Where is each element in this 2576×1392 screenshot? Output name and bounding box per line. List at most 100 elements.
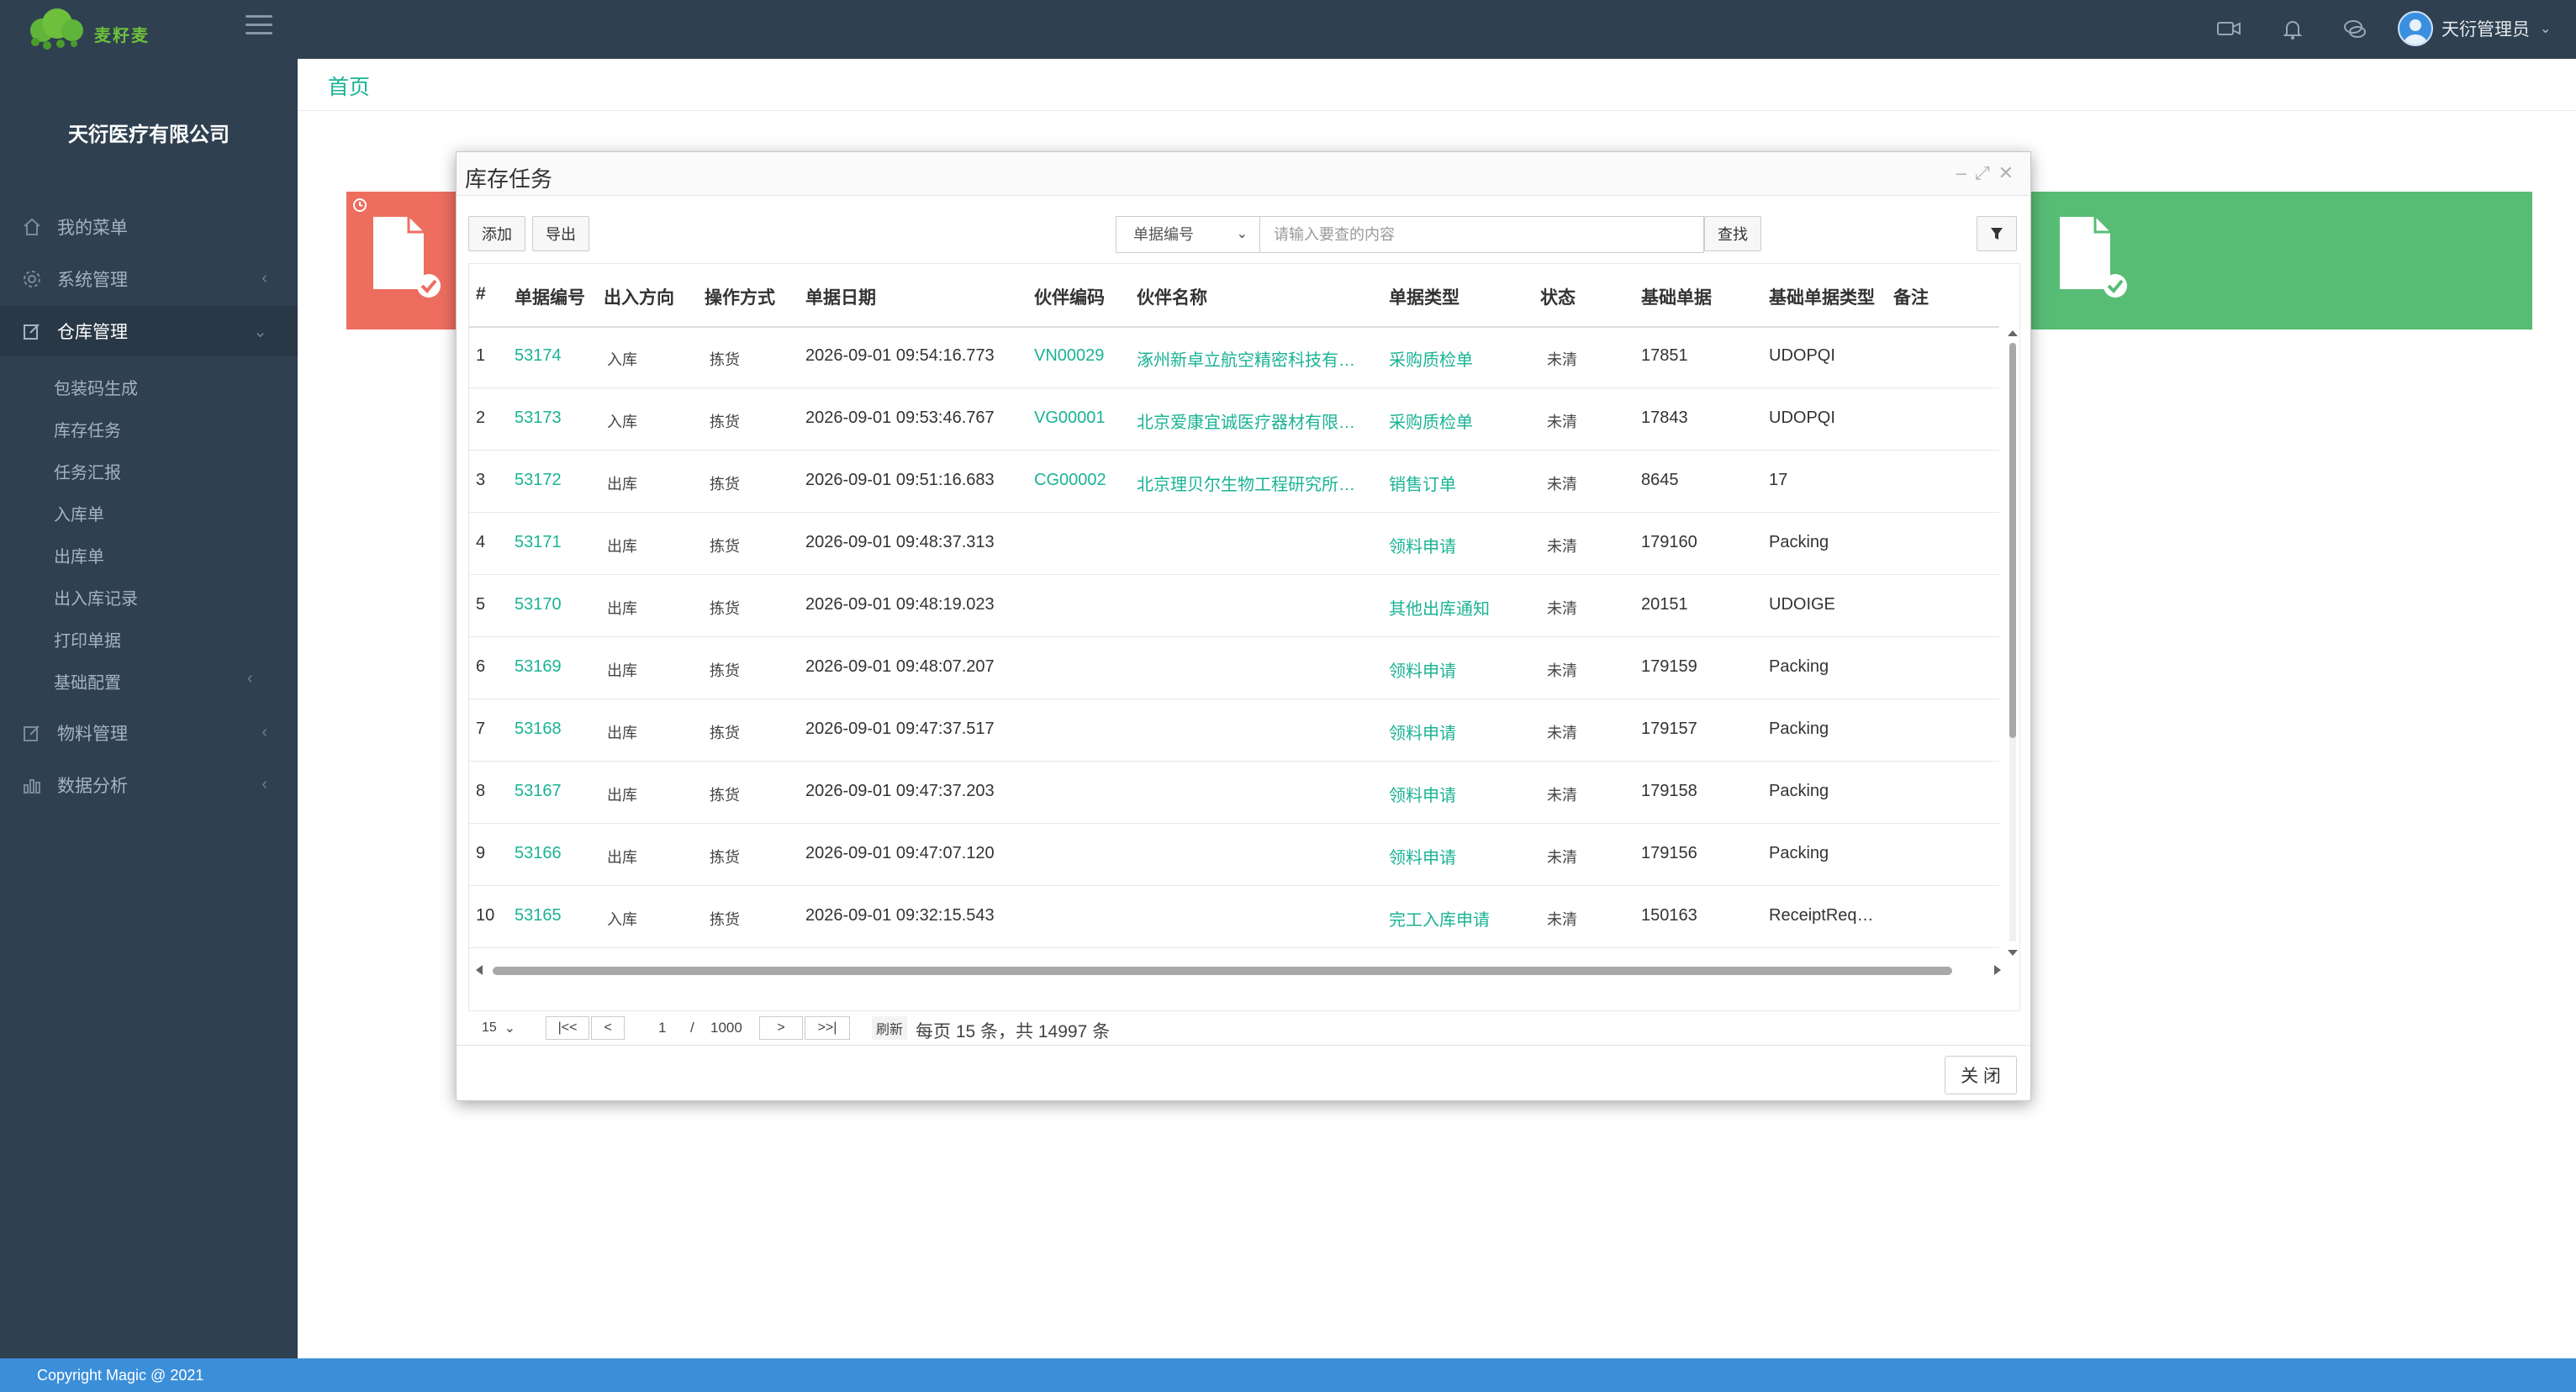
user-menu[interactable]: 天衍管理员 ⌄ <box>2398 10 2551 47</box>
table-row[interactable]: 2 53173 入库 拣货 2026-09-01 09:53:46.767 VG00001… <box>469 390 1999 451</box>
doc-code-link[interactable]: 53166 <box>515 844 562 863</box>
doc-type-link[interactable]: 其他出库通知 <box>1389 595 1490 620</box>
doc-type-link[interactable]: 领料申请 <box>1389 844 1456 868</box>
direction: 出库 <box>607 662 637 679</box>
menu-toggle-icon[interactable] <box>245 15 272 37</box>
col-header[interactable]: 单据类型 <box>1389 284 1460 309</box>
page-size-select[interactable]: 15 ⌄ <box>472 1016 525 1040</box>
col-header[interactable]: 操作方式 <box>705 284 775 309</box>
direction: 出库 <box>607 538 637 555</box>
table-row[interactable]: 7 53168 出库 拣货 2026-09-01 09:47:37.517 领料申请 未清 1… <box>469 701 1999 762</box>
base-doc-type: 17 <box>1769 471 1788 489</box>
doc-code-link[interactable]: 53174 <box>515 346 562 366</box>
doc-code-link[interactable]: 53168 <box>515 720 562 739</box>
doc-type-link[interactable]: 领料申请 <box>1389 657 1456 682</box>
bar-chart-icon <box>20 773 44 797</box>
export-button[interactable]: 导出 <box>532 216 589 251</box>
base-doc: 179159 <box>1641 657 1697 676</box>
col-header[interactable]: 出入方向 <box>604 284 674 309</box>
col-header[interactable]: 备注 <box>1893 284 1929 309</box>
search-button[interactable]: 查找 <box>1704 216 1761 251</box>
col-header[interactable]: 基础单据 <box>1641 284 1712 309</box>
table-row[interactable]: 5 53170 出库 拣货 2026-09-01 09:48:19.023 其他出库通知 未… <box>469 577 1999 637</box>
doc-type-link[interactable]: 领料申请 <box>1389 533 1456 557</box>
table-row[interactable]: 8 53167 出库 拣货 2026-09-01 09:47:37.203 领料申请 未清 1… <box>469 763 1999 824</box>
horizontal-scrollbar[interactable] <box>469 962 2021 978</box>
current-page[interactable]: 1 <box>658 1020 666 1036</box>
doc-code-link[interactable]: 53173 <box>515 409 562 428</box>
sidebar-item-material[interactable]: 物料管理 ‹ <box>0 708 298 758</box>
partner-code-link[interactable]: VN00029 <box>1034 346 1104 366</box>
doc-code-link[interactable]: 53172 <box>515 471 562 490</box>
partner-name-link[interactable]: 涿州新卓立航空精密科技有… <box>1137 346 1355 371</box>
doc-type-link[interactable]: 采购质检单 <box>1389 409 1473 433</box>
table-row[interactable]: 4 53171 出库 拣货 2026-09-01 09:48:37.313 领料申请 未清 1… <box>469 514 1999 575</box>
sidebar-item-analysis[interactable]: 数据分析 ‹ <box>0 760 298 810</box>
col-header[interactable]: 伙伴名称 <box>1137 284 1207 309</box>
row-number: 9 <box>476 844 486 862</box>
doc-code-link[interactable]: 53167 <box>515 782 562 801</box>
first-page-button[interactable]: |<< <box>546 1016 589 1040</box>
chevron-down-icon: ⌄ <box>1236 227 1248 241</box>
status: 未清 <box>1547 600 1577 617</box>
col-header[interactable]: 基础单据类型 <box>1769 284 1875 309</box>
search-field-select[interactable]: 单据编号 ⌄ <box>1116 216 1260 253</box>
table-row[interactable]: 1 53174 入库 拣货 2026-09-01 09:54:16.773 VN00029… <box>469 328 1999 388</box>
search-input[interactable]: 请输入要查的内容 <box>1260 216 1704 253</box>
close-icon[interactable]: ✕ <box>1998 162 2014 184</box>
sidebar-subitem-stock-task[interactable]: 库存任务 <box>54 417 121 441</box>
bell-icon[interactable] <box>2280 17 2307 42</box>
sidebar-subitem-config[interactable]: 基础配置 ‹ <box>54 669 264 693</box>
doc-type-link[interactable]: 领料申请 <box>1389 782 1456 806</box>
filter-button[interactable] <box>1977 216 2017 251</box>
doc-code-link[interactable]: 53169 <box>515 657 562 677</box>
doc-code-link[interactable]: 53170 <box>515 595 562 614</box>
col-header[interactable]: 状态 <box>1540 284 1576 309</box>
minimize-icon[interactable]: – <box>1956 162 1966 184</box>
maximize-icon[interactable]: ⤢ <box>1975 162 1990 184</box>
dashboard-card-green[interactable] <box>2018 192 2532 330</box>
sidebar-item-warehouse[interactable]: 仓库管理 ⌄ <box>0 306 298 356</box>
partner-code-link[interactable]: VG00001 <box>1034 409 1106 428</box>
doc-code-link[interactable]: 53171 <box>515 533 562 552</box>
vertical-scrollbar[interactable] <box>2004 328 2019 958</box>
breadcrumb-bar: 首页 <box>298 59 2576 111</box>
table-row[interactable]: 10 53165 入库 拣货 2026-09-01 09:32:15.543 完工入库申请… <box>469 888 1999 948</box>
edit-icon <box>20 721 44 745</box>
status: 未清 <box>1547 538 1577 555</box>
doc-type-link[interactable]: 销售订单 <box>1389 471 1456 495</box>
base-doc: 179158 <box>1641 782 1697 800</box>
last-page-button[interactable]: >>| <box>805 1016 850 1040</box>
chat-icon[interactable] <box>2342 17 2369 42</box>
col-header[interactable]: 伙伴编码 <box>1034 284 1105 309</box>
table-row[interactable]: 9 53166 出库 拣货 2026-09-01 09:47:07.120 领料申请 未清 1… <box>469 825 1999 886</box>
doc-type-link[interactable]: 领料申请 <box>1389 720 1456 744</box>
col-header[interactable]: 单据日期 <box>805 284 876 309</box>
sidebar-subitem-barcode[interactable]: 包装码生成 <box>54 375 138 399</box>
doc-type-link[interactable]: 完工入库申请 <box>1389 906 1490 931</box>
sidebar-subitem-outbound[interactable]: 出库单 <box>54 543 104 567</box>
breadcrumb[interactable]: 首页 <box>328 71 370 101</box>
sidebar-subitem-task-report[interactable]: 任务汇报 <box>54 459 121 483</box>
sidebar-subitem-print[interactable]: 打印单据 <box>54 627 121 651</box>
doc-type-link[interactable]: 采购质检单 <box>1389 346 1473 371</box>
refresh-button[interactable]: 刷新 <box>872 1016 907 1040</box>
video-icon[interactable] <box>2216 17 2243 42</box>
next-page-button[interactable]: > <box>759 1016 803 1040</box>
sidebar-item-system[interactable]: 系统管理 ‹ <box>0 254 298 304</box>
doc-code-link[interactable]: 53165 <box>515 906 562 925</box>
add-button[interactable]: 添加 <box>468 216 525 251</box>
close-button[interactable]: 关 闭 <box>1945 1056 2017 1094</box>
top-navbar: 麦籽麦 天衍管理员 ⌄ <box>0 0 2576 59</box>
col-header[interactable]: 单据编号 <box>515 284 585 309</box>
sidebar-item-my-menu[interactable]: 我的菜单 <box>0 202 298 252</box>
sidebar-subitem-records[interactable]: 出入库记录 <box>54 585 138 609</box>
table-row[interactable]: 3 53172 出库 拣货 2026-09-01 09:51:16.683 CG00002… <box>469 452 1999 513</box>
partner-code-link[interactable]: CG00002 <box>1034 471 1106 490</box>
partner-name-link[interactable]: 北京理贝尔生物工程研究所… <box>1137 471 1355 495</box>
table-row[interactable]: 6 53169 出库 拣货 2026-09-01 09:48:07.207 领料申请 未清 1… <box>469 639 1999 699</box>
sidebar-item-label: 物料管理 <box>57 725 128 744</box>
prev-page-button[interactable]: < <box>591 1016 625 1040</box>
partner-name-link[interactable]: 北京爱康宜诚医疗器材有限… <box>1137 409 1355 433</box>
sidebar-subitem-inbound[interactable]: 入库单 <box>54 501 104 525</box>
